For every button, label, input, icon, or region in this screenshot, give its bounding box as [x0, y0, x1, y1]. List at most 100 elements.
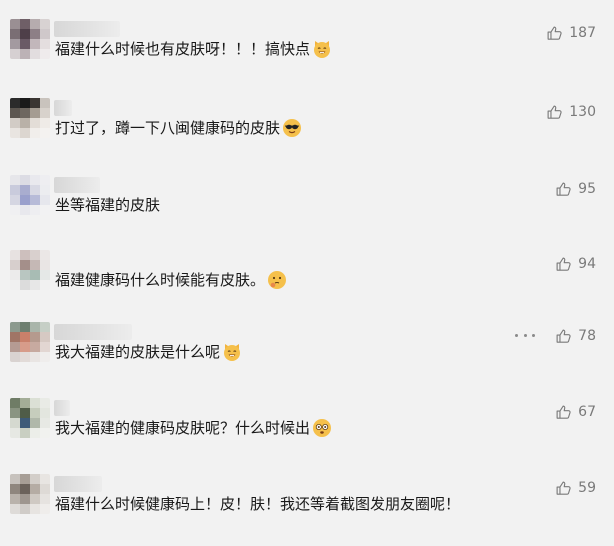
comment-text-content: 我大福建的健康码皮肤呢？什么时候出 — [55, 419, 311, 437]
avatar[interactable] — [10, 322, 50, 362]
comment-text: 福建什么时候也有皮肤呀！！！搞快点 — [55, 37, 332, 61]
comment-text: 我大福建的皮肤是什么呢 — [55, 340, 242, 364]
avatar-pixel — [40, 270, 50, 280]
thumbs-up-icon — [546, 104, 563, 121]
avatar-pixel — [10, 342, 20, 352]
avatar-pixel — [30, 185, 40, 195]
avatar-pixel — [40, 408, 50, 418]
avatar-pixel — [10, 185, 20, 195]
avatar-pixel — [20, 250, 30, 260]
avatar-pixel — [10, 118, 20, 128]
username-blurred — [54, 476, 102, 492]
avatar-pixel — [20, 175, 30, 185]
avatar-pixel — [40, 280, 50, 290]
avatar-pixel — [10, 260, 20, 270]
avatar-pixel — [10, 280, 20, 290]
avatar-pixel — [20, 322, 30, 332]
avatar-pixel — [30, 322, 40, 332]
avatar-pixel — [30, 332, 40, 342]
avatar-pixel — [30, 49, 40, 59]
avatar-pixel — [40, 175, 50, 185]
avatar-pixel — [40, 128, 50, 138]
avatar-pixel — [10, 398, 20, 408]
like-button[interactable]: 67 — [555, 402, 596, 422]
avatar-pixel — [10, 322, 20, 332]
avatar-pixel — [30, 428, 40, 438]
avatar-pixel — [20, 19, 30, 29]
avatar[interactable] — [10, 474, 50, 514]
like-button[interactable]: 94 — [555, 254, 596, 274]
avatar[interactable] — [10, 250, 50, 290]
avatar-pixel — [30, 98, 40, 108]
comment-text-content: 福建健康码什么时候能有皮肤。 — [55, 271, 266, 289]
thumbs-up-icon — [555, 256, 572, 273]
avatar-pixel — [20, 185, 30, 195]
avatar-pixel — [10, 128, 20, 138]
comment-text-content: 福建什么时候健康码上！皮！肤！我还等着截图发朋友圈呢！ — [55, 495, 461, 513]
avatar-pixel — [40, 98, 50, 108]
avatar-pixel — [40, 118, 50, 128]
avatar-pixel — [40, 195, 50, 205]
avatar-pixel — [30, 474, 40, 484]
avatar-pixel — [20, 260, 30, 270]
avatar[interactable] — [10, 398, 50, 438]
comment-text: 福建健康码什么时候能有皮肤。 — [55, 268, 287, 292]
avatar-pixel — [20, 49, 30, 59]
like-count: 130 — [569, 104, 596, 120]
avatar-pixel — [10, 408, 20, 418]
more-options-button[interactable] — [515, 329, 535, 341]
avatar-pixel — [40, 398, 50, 408]
avatar-pixel — [30, 280, 40, 290]
username-blurred — [54, 21, 120, 37]
avatar-pixel — [20, 342, 30, 352]
avatar-pixel — [40, 504, 50, 514]
avatar-pixel — [10, 205, 20, 215]
avatar-pixel — [10, 175, 20, 185]
avatar-pixel — [40, 322, 50, 332]
like-button[interactable]: 187 — [546, 23, 596, 43]
comment-item: 我大福建的健康码皮肤呢？什么时候出 67 — [0, 398, 614, 470]
avatar-pixel — [10, 195, 20, 205]
avatar-pixel — [30, 39, 40, 49]
avatar-pixel — [20, 494, 30, 504]
like-button[interactable]: 59 — [555, 478, 596, 498]
like-button[interactable]: 130 — [546, 102, 596, 122]
avatar-pixel — [20, 280, 30, 290]
avatar-pixel — [40, 108, 50, 118]
comment-item: 福建什么时候健康码上！皮！肤！我还等着截图发朋友圈呢！ 59 — [0, 474, 614, 546]
avatar-pixel — [40, 484, 50, 494]
comment-item: 福建什么时候也有皮肤呀！！！搞快点 187 — [0, 19, 614, 91]
thumbs-up-icon — [555, 328, 572, 345]
avatar-pixel — [30, 250, 40, 260]
avatar-pixel — [40, 250, 50, 260]
avatar-pixel — [20, 108, 30, 118]
like-button[interactable]: 78 — [555, 326, 596, 346]
more-dot — [532, 333, 535, 337]
avatar-pixel — [10, 19, 20, 29]
avatar-pixel — [30, 504, 40, 514]
avatar[interactable] — [10, 19, 50, 59]
avatar-pixel — [40, 185, 50, 195]
avatar-pixel — [40, 39, 50, 49]
avatar-pixel — [20, 398, 30, 408]
avatar-pixel — [20, 118, 30, 128]
like-count: 94 — [578, 256, 596, 272]
avatar-pixel — [10, 352, 20, 362]
like-button[interactable]: 95 — [555, 179, 596, 199]
avatar[interactable] — [10, 98, 50, 138]
cat-smile-icon — [222, 342, 242, 362]
comment-item: 我大福建的皮肤是什么呢 78 — [0, 322, 614, 394]
avatar-pixel — [10, 332, 20, 342]
avatar-pixel — [40, 332, 50, 342]
avatar-pixel — [30, 175, 40, 185]
avatar-pixel — [20, 484, 30, 494]
avatar[interactable] — [10, 175, 50, 215]
more-dot — [515, 333, 518, 337]
avatar-pixel — [40, 342, 50, 352]
username-blurred — [54, 177, 100, 193]
username-blurred — [54, 324, 132, 340]
avatar-pixel — [40, 19, 50, 29]
avatar-pixel — [10, 504, 20, 514]
avatar-pixel — [30, 260, 40, 270]
avatar-pixel — [30, 398, 40, 408]
